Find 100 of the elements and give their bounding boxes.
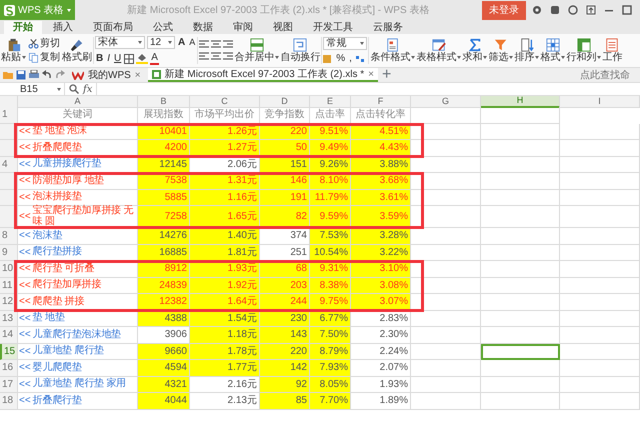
row-header[interactable]: 17 — [0, 376, 18, 393]
empty-cell[interactable] — [481, 360, 560, 376]
underline-button[interactable]: U — [113, 53, 122, 64]
row-header[interactable]: 15 — [0, 344, 18, 360]
comma-button[interactable]: , — [348, 53, 353, 64]
empty-cell[interactable] — [481, 261, 560, 278]
row-header[interactable]: 14 — [0, 327, 18, 344]
ribbon-tab[interactable]: 云服务 — [364, 21, 412, 34]
column-header[interactable]: A — [18, 96, 138, 108]
empty-cell[interactable] — [560, 310, 640, 327]
conditional-format-button[interactable]: 条件格式 — [370, 38, 416, 63]
empty-cell[interactable] — [560, 244, 640, 261]
empty-cell[interactable] — [481, 376, 560, 393]
document-tab[interactable]: 新建 Microsoft Excel 97-2003 工作表 (2).xls * × — [148, 68, 378, 82]
wrap-text-button[interactable]: 自动换行 — [280, 38, 320, 63]
row-header[interactable]: 8 — [0, 228, 18, 244]
close-tab-button[interactable]: × — [368, 68, 374, 80]
expand-link[interactable]: << — [19, 126, 31, 137]
empty-cell[interactable] — [481, 278, 560, 294]
row-header[interactable]: 4 — [0, 156, 18, 173]
empty-cell[interactable] — [481, 173, 560, 190]
column-header[interactable]: G — [411, 96, 481, 108]
empty-cell[interactable] — [560, 278, 640, 294]
empty-cell[interactable] — [481, 156, 560, 173]
ribbon-tab[interactable]: 视图 — [264, 21, 302, 34]
ribbon-tab[interactable]: 审阅 — [224, 21, 262, 34]
expand-link[interactable]: << — [19, 246, 31, 258]
font-size-dropdown[interactable]: 12 — [147, 36, 175, 49]
app-menu-button[interactable]: WPS 表格 — [0, 0, 75, 20]
empty-cell[interactable] — [560, 124, 640, 140]
empty-cell[interactable] — [560, 376, 640, 393]
ribbon-tab[interactable]: 公式 — [144, 21, 182, 34]
expand-link[interactable]: << — [19, 378, 31, 390]
empty-cell[interactable] — [481, 228, 560, 244]
filter-button[interactable]: 筛选 — [488, 38, 514, 63]
shrink-font-button[interactable]: A — [188, 38, 196, 48]
expand-link[interactable]: << — [19, 158, 31, 170]
close-tab-button[interactable]: × — [134, 70, 141, 80]
worksheet-button[interactable]: 工作 — [602, 38, 622, 63]
expand-link[interactable]: << — [19, 263, 31, 274]
column-header[interactable]: F — [351, 96, 411, 108]
function-label[interactable]: fx — [83, 84, 92, 94]
empty-cell[interactable] — [560, 173, 640, 190]
empty-cell[interactable] — [481, 294, 560, 310]
empty-cell[interactable] — [560, 228, 640, 244]
ribbon-tab[interactable]: 开始 — [4, 21, 42, 34]
empty-cell[interactable] — [481, 327, 560, 344]
bold-button[interactable]: B — [95, 53, 104, 64]
empty-cell[interactable] — [481, 124, 560, 140]
paste-button[interactable]: 粘贴 — [1, 38, 26, 63]
percent-button[interactable]: % — [335, 53, 346, 64]
row-header[interactable]: 1 — [0, 107, 18, 124]
row-header[interactable]: 16 — [0, 360, 18, 376]
ribbon-tab[interactable]: 页面布局 — [84, 21, 142, 34]
empty-cell[interactable] — [411, 310, 481, 327]
sort-button[interactable]: 排序 — [514, 38, 540, 63]
empty-cell[interactable] — [560, 206, 640, 228]
empty-cell[interactable] — [411, 393, 481, 410]
name-box[interactable]: B15 — [0, 83, 65, 95]
expand-link[interactable]: << — [19, 329, 31, 340]
rows-columns-button[interactable]: 行和列 — [566, 38, 602, 63]
empty-cell[interactable] — [411, 376, 481, 393]
empty-cell[interactable] — [481, 140, 560, 156]
column-header[interactable]: B — [138, 96, 190, 108]
italic-button[interactable]: I — [106, 53, 112, 64]
empty-cell[interactable] — [481, 393, 560, 410]
empty-cell[interactable] — [481, 244, 560, 261]
empty-cell[interactable] — [560, 156, 640, 173]
sum-button[interactable]: 求和 — [462, 38, 488, 63]
column-header[interactable]: E — [310, 96, 351, 108]
grow-font-button[interactable]: A — [177, 37, 186, 48]
column-header[interactable]: I — [560, 96, 640, 108]
expand-link[interactable]: << — [19, 142, 31, 154]
table-style-button[interactable]: 表格样式 — [416, 38, 462, 63]
format-grid-button[interactable]: 格式 — [540, 38, 566, 63]
expand-link[interactable]: << — [19, 296, 31, 308]
command-search-field[interactable]: 点此查找命 — [578, 68, 640, 82]
number-format-dropdown[interactable]: 常规 — [323, 37, 368, 50]
row-header[interactable]: 18 — [0, 393, 18, 410]
empty-cell[interactable] — [411, 360, 481, 376]
font-name-dropdown[interactable]: 宋体 — [95, 36, 145, 49]
empty-cell[interactable] — [411, 327, 481, 344]
empty-cell[interactable] — [560, 261, 640, 278]
empty-cell[interactable] — [560, 344, 640, 360]
empty-cell[interactable] — [560, 393, 640, 410]
ribbon-tab[interactable]: 开发工具 — [304, 21, 362, 34]
expand-link[interactable]: << — [19, 192, 31, 203]
expand-link[interactable]: << — [19, 362, 31, 374]
empty-cell[interactable] — [560, 294, 640, 310]
empty-cell[interactable] — [411, 344, 481, 360]
expand-link[interactable]: << — [19, 211, 31, 222]
expand-link[interactable]: << — [19, 395, 31, 406]
cut-button[interactable]: 剪切 — [27, 38, 61, 49]
empty-cell[interactable] — [481, 107, 560, 124]
expand-link[interactable]: << — [19, 346, 31, 357]
copy-button[interactable]: 复制 — [27, 52, 61, 63]
login-button[interactable]: 未登录 — [482, 0, 526, 20]
font-color-button[interactable]: A — [150, 52, 159, 65]
merge-center-button[interactable]: 合并居中 — [234, 38, 280, 63]
empty-cell[interactable] — [481, 310, 560, 327]
